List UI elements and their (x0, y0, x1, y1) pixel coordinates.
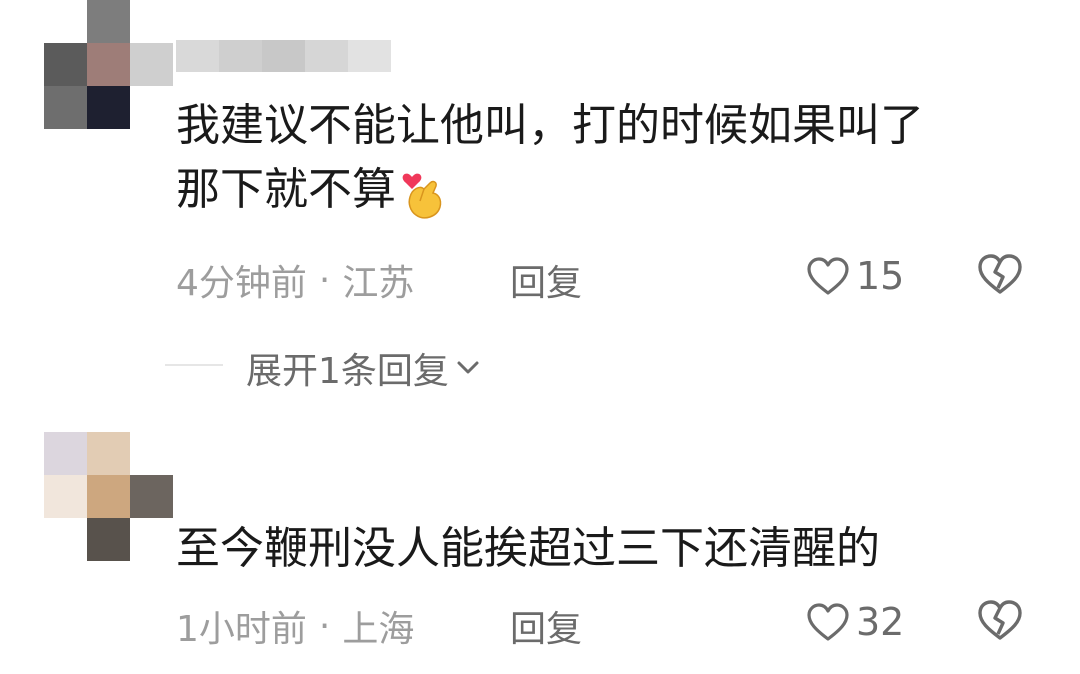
reply-button[interactable]: 回复 (510, 600, 582, 652)
like-button[interactable]: 15 (806, 254, 904, 298)
avatar-pixel (87, 43, 130, 86)
avatar-pixel (44, 43, 87, 86)
avatar-pixel (44, 0, 87, 43)
avatar-pixel (44, 475, 87, 518)
avatar[interactable] (44, 0, 173, 129)
avatar-pixel (44, 432, 87, 475)
comment-meta: 1小时前 · 上海 (176, 600, 414, 652)
avatar-pixel (87, 475, 130, 518)
chevron-down-icon (457, 361, 479, 374)
comment-text-line: 那下就不算 (176, 158, 1046, 222)
meta-separator: · (318, 259, 331, 301)
avatar-pixel (87, 86, 130, 129)
meta-separator: · (318, 605, 331, 647)
username-blurred[interactable] (176, 40, 391, 72)
comment-location: 江苏 (342, 263, 415, 304)
comment-location: 上海 (342, 609, 415, 650)
comment-time: 1小时前 (176, 609, 307, 650)
avatar[interactable] (44, 432, 173, 561)
expand-replies-label: 展开1条回复 (246, 351, 449, 392)
divider-line (165, 364, 223, 366)
avatar-pixel (130, 475, 173, 518)
avatar-pixel (87, 518, 130, 561)
avatar-pixel (87, 0, 130, 43)
comment-text: 我建议不能让他叫，打的时候如果叫了 那下就不算 (176, 94, 1046, 222)
broken-heart-icon (978, 600, 1022, 640)
dislike-button[interactable] (976, 598, 1024, 646)
avatar-pixel (130, 518, 173, 561)
avatar-pixel (130, 86, 173, 129)
broken-heart-icon (978, 254, 1022, 294)
like-button[interactable]: 32 (806, 600, 904, 644)
comment-time: 4分钟前 (176, 263, 307, 304)
comment-text-line: 至今鞭刑没人能挨超过三下还清醒的 (176, 523, 880, 574)
avatar-pixel (44, 86, 87, 129)
dislike-button[interactable] (976, 252, 1024, 300)
heart-outline-icon (807, 257, 849, 295)
comment-meta: 4分钟前 · 江苏 (176, 254, 414, 306)
expand-replies-button[interactable]: 展开1条回复 (246, 342, 481, 394)
avatar-pixel (130, 432, 173, 475)
comment-text-line: 我建议不能让他叫，打的时候如果叫了 (176, 100, 924, 151)
avatar-pixel (130, 0, 173, 43)
avatar-pixel (87, 432, 130, 475)
avatar-pixel (130, 43, 173, 86)
like-count: 15 (856, 254, 905, 298)
avatar-pixel (44, 518, 87, 561)
comment-text: 至今鞭刑没人能挨超过三下还清醒的 (176, 517, 1046, 581)
finger-heart-emoji (402, 173, 442, 219)
heart-outline-icon (807, 603, 849, 641)
like-count: 32 (856, 600, 905, 644)
reply-button[interactable]: 回复 (510, 254, 582, 306)
